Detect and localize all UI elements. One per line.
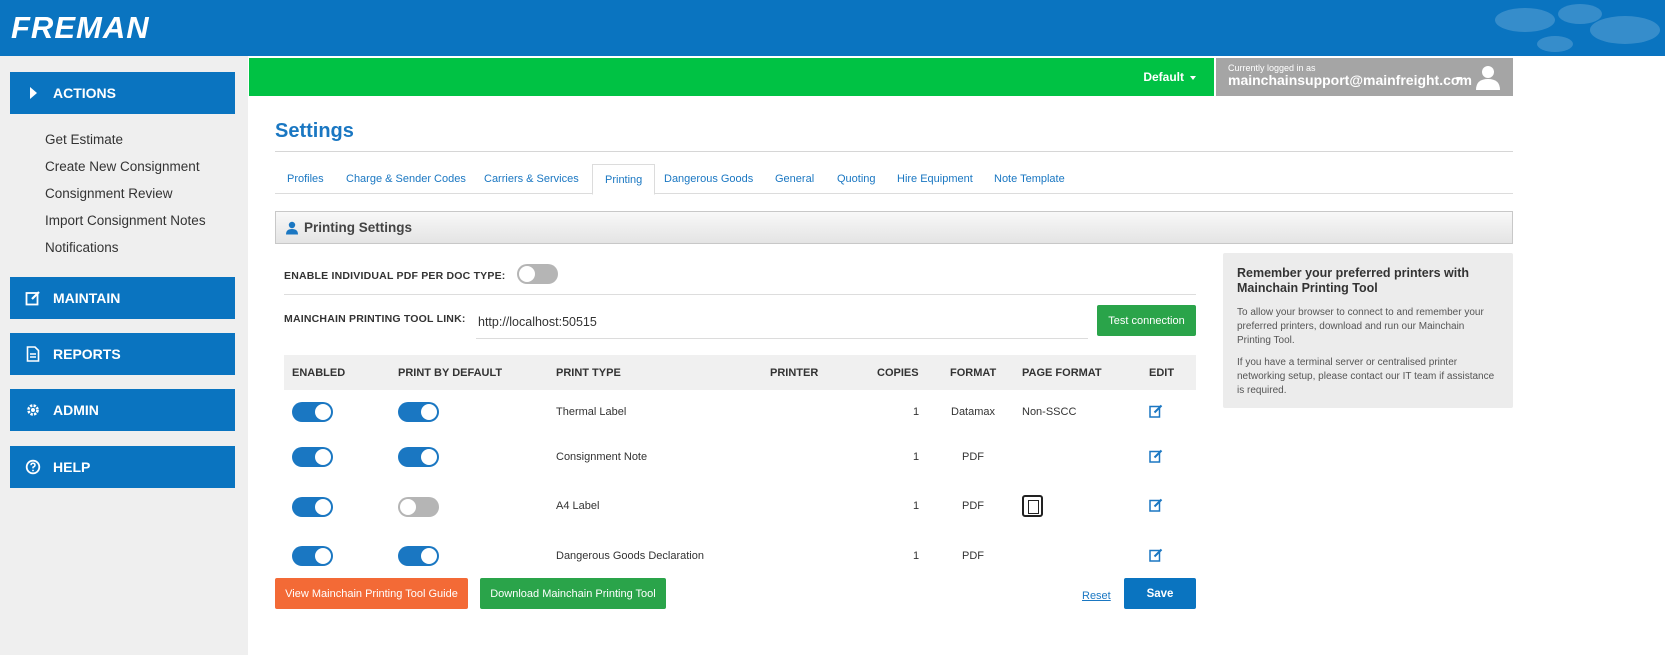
enabled-toggle[interactable]	[292, 497, 333, 517]
tab-charge-sender-codes[interactable]: Charge & Sender Codes	[334, 164, 478, 194]
tab-carriers-services[interactable]: Carriers & Services	[472, 164, 591, 194]
column-header-copies: COPIES	[877, 367, 919, 379]
tab-general[interactable]: General	[763, 164, 826, 194]
print-type-cell: Dangerous Goods Declaration	[556, 550, 704, 562]
copies-cell: 1	[913, 500, 920, 512]
page-title: Settings	[275, 120, 354, 142]
edit-icon[interactable]	[1149, 548, 1163, 562]
info-title: Remember your preferred printers with Ma…	[1237, 266, 1470, 295]
column-header-enabled: ENABLED	[292, 367, 346, 379]
sidebar-maintain-button[interactable]: MAINTAIN	[10, 277, 235, 319]
user-email: mainchainsupport@mainfreight.com	[1228, 72, 1472, 88]
sidebar-link-get-estimate[interactable]: Get Estimate	[45, 132, 123, 147]
tab-printing[interactable]: Printing	[592, 164, 656, 195]
tool-link-label: MAINCHAIN PRINTING TOOL LINK:	[284, 313, 466, 325]
print-by-default-toggle[interactable]	[398, 497, 439, 517]
divider	[284, 294, 1196, 295]
print-by-default-toggle[interactable]	[398, 402, 439, 422]
edit-icon[interactable]	[1149, 498, 1163, 512]
enabled-toggle[interactable]	[292, 447, 333, 467]
copies-cell: 1	[913, 406, 920, 418]
page-format-cell: Non-SSCC	[1022, 406, 1077, 418]
reset-link[interactable]: Reset	[1082, 590, 1111, 602]
user-menu[interactable]: Currently logged in as mainchainsupport@…	[1216, 58, 1513, 96]
freman-logo[interactable]: FREMAN	[11, 10, 150, 46]
print-type-cell: Consignment Note	[556, 451, 648, 463]
sidebar-actions-button[interactable]: ACTIONS	[10, 72, 235, 114]
tab-dangerous-goods[interactable]: Dangerous Goods	[652, 164, 765, 194]
document-icon	[23, 344, 43, 364]
pdf-per-doc-label: ENABLE INDIVIDUAL PDF PER DOC TYPE:	[284, 270, 506, 282]
title-divider	[275, 151, 1513, 152]
sidebar-help-label: HELP	[53, 459, 91, 475]
download-tool-button[interactable]: Download Mainchain Printing Tool	[480, 578, 666, 609]
column-header-print-by-default: PRINT BY DEFAULT	[398, 367, 503, 379]
sidebar-admin-label: ADMIN	[53, 402, 99, 418]
column-header-edit: EDIT	[1149, 367, 1175, 379]
sidebar-maintain-label: MAINTAIN	[53, 290, 121, 306]
sidebar-actions-label: ACTIONS	[53, 85, 116, 101]
top-bar: FREMAN	[0, 0, 1665, 56]
test-connection-button[interactable]: Test connection	[1097, 305, 1196, 336]
gear-icon	[23, 400, 43, 420]
sidebar-link-consignment-review[interactable]: Consignment Review	[45, 186, 173, 201]
print-by-default-toggle[interactable]	[398, 546, 439, 566]
copies-cell: 1	[913, 550, 920, 562]
sidebar-link-notifications[interactable]: Notifications	[45, 240, 119, 255]
print-by-default-toggle[interactable]	[398, 447, 439, 467]
chevron-down-icon	[1456, 77, 1462, 81]
format-cell: PDF	[962, 500, 984, 512]
format-cell: PDF	[962, 550, 984, 562]
world-map-decoration	[1495, 4, 1660, 52]
tab-note-template[interactable]: Note Template	[982, 164, 1077, 194]
format-cell: PDF	[962, 451, 984, 463]
info-paragraph: If you have a terminal server or central…	[1237, 357, 1495, 396]
tool-link-input[interactable]	[476, 305, 1088, 339]
table-header: ENABLED PRINT BY DEFAULT PRINT TYPE PRIN…	[284, 355, 1196, 390]
panel-title: Printing Settings	[304, 220, 412, 235]
help-circle-icon	[23, 457, 43, 477]
copies-cell: 1	[913, 451, 920, 463]
format-cell: Datamax	[951, 406, 996, 418]
print-type-cell: A4 Label	[556, 500, 600, 512]
enabled-toggle[interactable]	[292, 546, 333, 566]
info-paragraph: To allow your browser to connect to and …	[1237, 307, 1484, 346]
view-guide-button[interactable]: View Mainchain Printing Tool Guide	[275, 578, 468, 609]
sidebar: ACTIONS Get Estimate Create New Consignm…	[0, 56, 248, 655]
profile-dropdown[interactable]: Default	[1143, 70, 1196, 84]
column-header-printer: PRINTER	[770, 367, 819, 379]
enabled-toggle[interactable]	[292, 402, 333, 422]
caret-right-icon	[23, 83, 43, 103]
profile-bar: Default	[249, 58, 1214, 96]
sidebar-reports-button[interactable]: REPORTS	[10, 333, 235, 375]
printing-tool-info-box: Remember your preferred printers with Ma…	[1223, 253, 1513, 408]
column-header-page-format: PAGE FORMAT	[1022, 367, 1102, 379]
tab-hire-equipment[interactable]: Hire Equipment	[885, 164, 985, 194]
column-header-format: FORMAT	[950, 367, 997, 379]
column-header-print-type: PRINT TYPE	[556, 367, 621, 379]
sidebar-help-button[interactable]: HELP	[10, 446, 235, 488]
user-icon	[286, 221, 298, 234]
sidebar-link-create-consignment[interactable]: Create New Consignment	[45, 159, 200, 174]
edit-icon	[23, 288, 43, 308]
edit-icon[interactable]	[1149, 404, 1163, 418]
sidebar-reports-label: REPORTS	[53, 346, 121, 362]
printing-settings-header: Printing Settings	[275, 211, 1513, 244]
sidebar-admin-button[interactable]: ADMIN	[10, 389, 235, 431]
settings-tabs: Profiles Charge & Sender Codes Carriers …	[275, 164, 1513, 195]
pdf-per-doc-toggle[interactable]	[517, 264, 558, 284]
tab-quoting[interactable]: Quoting	[825, 164, 888, 194]
save-button[interactable]: Save	[1124, 578, 1196, 609]
tab-profiles[interactable]: Profiles	[275, 164, 336, 194]
page-layout-icon[interactable]	[1022, 495, 1043, 517]
edit-icon[interactable]	[1149, 449, 1163, 463]
sidebar-link-import-notes[interactable]: Import Consignment Notes	[45, 213, 206, 228]
print-type-cell: Thermal Label	[556, 406, 627, 418]
user-avatar-icon	[1476, 66, 1500, 90]
